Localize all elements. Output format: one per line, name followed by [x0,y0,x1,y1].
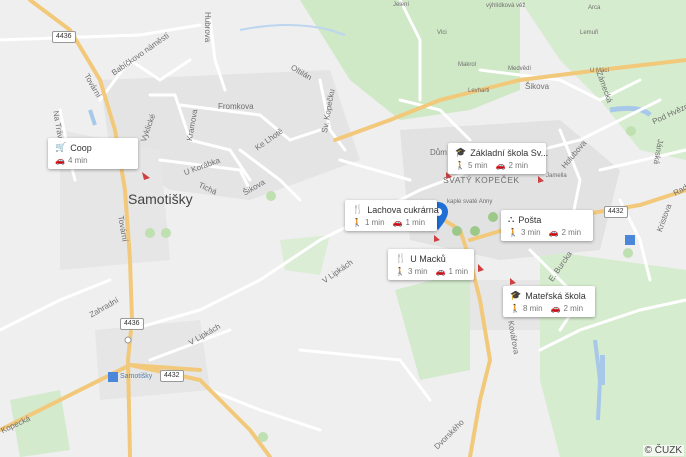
poi-label: Medvědí [508,66,532,72]
walk-time: 🚶 8 min [510,304,543,313]
poi-card-title: Coop [70,142,92,153]
car-icon: 🚗 [392,218,403,227]
poi-label: Makrol [458,62,477,68]
car-icon: 🚗 [495,161,506,170]
map-attribution[interactable]: © ČUZK [642,445,684,456]
post-office-icon: ⛬ [508,214,515,224]
poi-card-title: Lachova cukrárna [367,204,439,215]
district-label: SVATÝ KOPEČEK [443,175,520,185]
poi-label: Levharti [468,88,490,94]
poi-label: kaple svaté Anny [447,199,493,205]
road-shield: 4432 [604,206,628,218]
poi-card-zakladni-skola[interactable]: 🎓 Základní škola Sv... 🚶 5 min 🚗 2 min [448,143,549,174]
drive-time: 🚗 2 min [495,161,529,170]
walk-time: 🚶 3 min [508,228,541,237]
walk-icon: 🚶 [510,304,520,313]
walk-time: 🚶 5 min [455,161,488,170]
walk-icon: 🚶 [455,161,465,170]
poi-card-title: Základní škola Sv... [470,147,549,158]
road-shield: 4436 [52,31,76,43]
street-label: Hubrova [203,12,212,43]
poi-card-lachova-cukrarna[interactable]: 🍴 Lachova cukrárna 🚶 1 min 🚗 1 min [345,200,439,231]
road-shield: 4432 [160,370,184,382]
restaurant-icon: 🍴 [395,253,407,263]
drive-time: 🚗 2 min [548,228,582,237]
poi-card-title: U Macků [410,253,446,264]
street-label: Šikova [525,82,550,91]
school-icon: 🎓 [455,147,467,157]
drive-time: 🚗 4 min [55,156,88,165]
street-label: Fromkova [218,102,254,111]
poi-label: Jelení [393,2,410,8]
walk-icon: 🚶 [352,218,362,227]
walk-time: 🚶 3 min [395,267,428,276]
poi-card-coop[interactable]: 🛒 Coop 🚗 4 min [48,138,138,169]
poi-card-title: Pošta [518,214,542,225]
poi-label: Jamella [546,173,567,179]
cart-icon: 🛒 [55,142,67,152]
poi-label: Samotišky [120,373,153,380]
poi-card-materska-skola[interactable]: 🎓 Mateřská škola 🚶 8 min 🚗 2 min [503,286,595,317]
restaurant-icon: 🍴 [352,204,364,214]
car-icon: 🚗 [550,304,561,313]
car-icon: 🚗 [548,228,559,237]
drive-time: 🚗 1 min [392,218,426,227]
poi-label: Vlci [437,30,447,36]
map-view[interactable]: Samotišky SVATÝ KOPEČEK Babíčkovo náměst… [0,0,686,457]
school-icon: 🎓 [510,290,522,300]
car-icon: 🚗 [435,267,446,276]
drive-time: 🚗 2 min [550,304,584,313]
walk-time: 🚶 1 min [352,218,385,227]
poi-label: Arca [588,5,601,11]
poi-card-u-macku[interactable]: 🍴 U Macků 🚶 3 min 🚗 1 min [388,249,474,280]
town-label: Samotišky [128,191,193,207]
poi-card-posta[interactable]: ⛬ Pošta 🚶 3 min 🚗 2 min [501,210,593,241]
poi-label: U Mácí [590,68,610,74]
poi-label: Lemuři [580,30,599,36]
walk-icon: 🚶 [395,267,405,276]
car-icon: 🚗 [55,156,65,165]
poi-label: výhlídková věž [486,3,526,9]
road-shield: 4436 [120,318,144,330]
drive-time: 🚗 1 min [435,267,469,276]
poi-card-title: Mateřská škola [525,290,586,301]
walk-icon: 🚶 [508,228,518,237]
